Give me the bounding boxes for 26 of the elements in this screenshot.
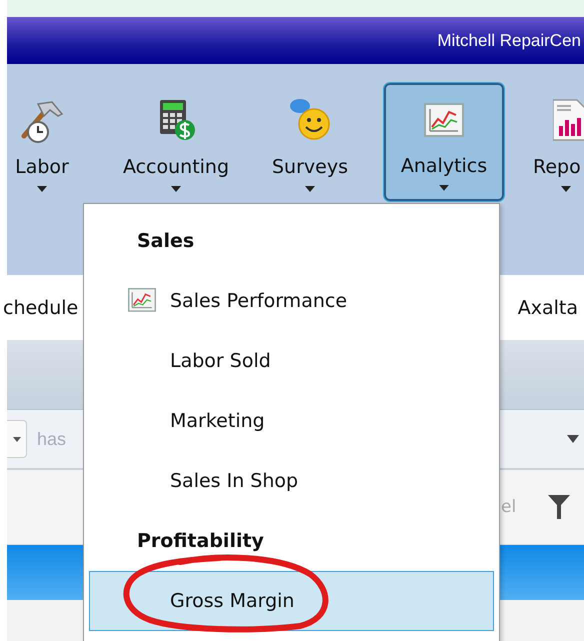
ribbon-button[interactable]: Repo <box>518 83 584 201</box>
caret-icon <box>12 436 20 442</box>
menu-section-header: Sales <box>136 229 196 254</box>
tab-label[interactable]: Axalta <box>518 296 578 318</box>
caret-icon <box>305 186 315 192</box>
column-header: el <box>501 497 516 517</box>
ribbon-button[interactable]: Surveys <box>250 83 370 201</box>
dropdown-button[interactable] <box>7 420 27 458</box>
ribbon-button[interactable]: Accounting <box>116 83 236 201</box>
caret-icon <box>561 186 571 192</box>
menu-item[interactable]: Sales Performance <box>89 271 494 331</box>
caret-icon <box>171 186 181 192</box>
caret-icon <box>37 186 47 192</box>
menu-item[interactable]: Sales In Shop <box>89 451 494 511</box>
menu-item[interactable]: Gross Margin <box>89 571 494 631</box>
tab-label[interactable]: chedule <box>3 296 78 318</box>
menu-section-header: Profitability <box>136 529 265 554</box>
filter-icon[interactable] <box>548 495 570 519</box>
line-chart-icon <box>424 103 464 138</box>
ribbon-button[interactable]: Analytics <box>384 83 504 201</box>
line-chart-icon <box>128 288 156 312</box>
window-title: Mitchell RepairCen <box>437 30 581 50</box>
caret-icon <box>439 185 449 191</box>
menu-item[interactable]: Labor Sold <box>89 331 494 391</box>
ribbon-button[interactable]: Labor <box>7 83 102 201</box>
dropdown-caret-icon[interactable] <box>567 435 579 443</box>
